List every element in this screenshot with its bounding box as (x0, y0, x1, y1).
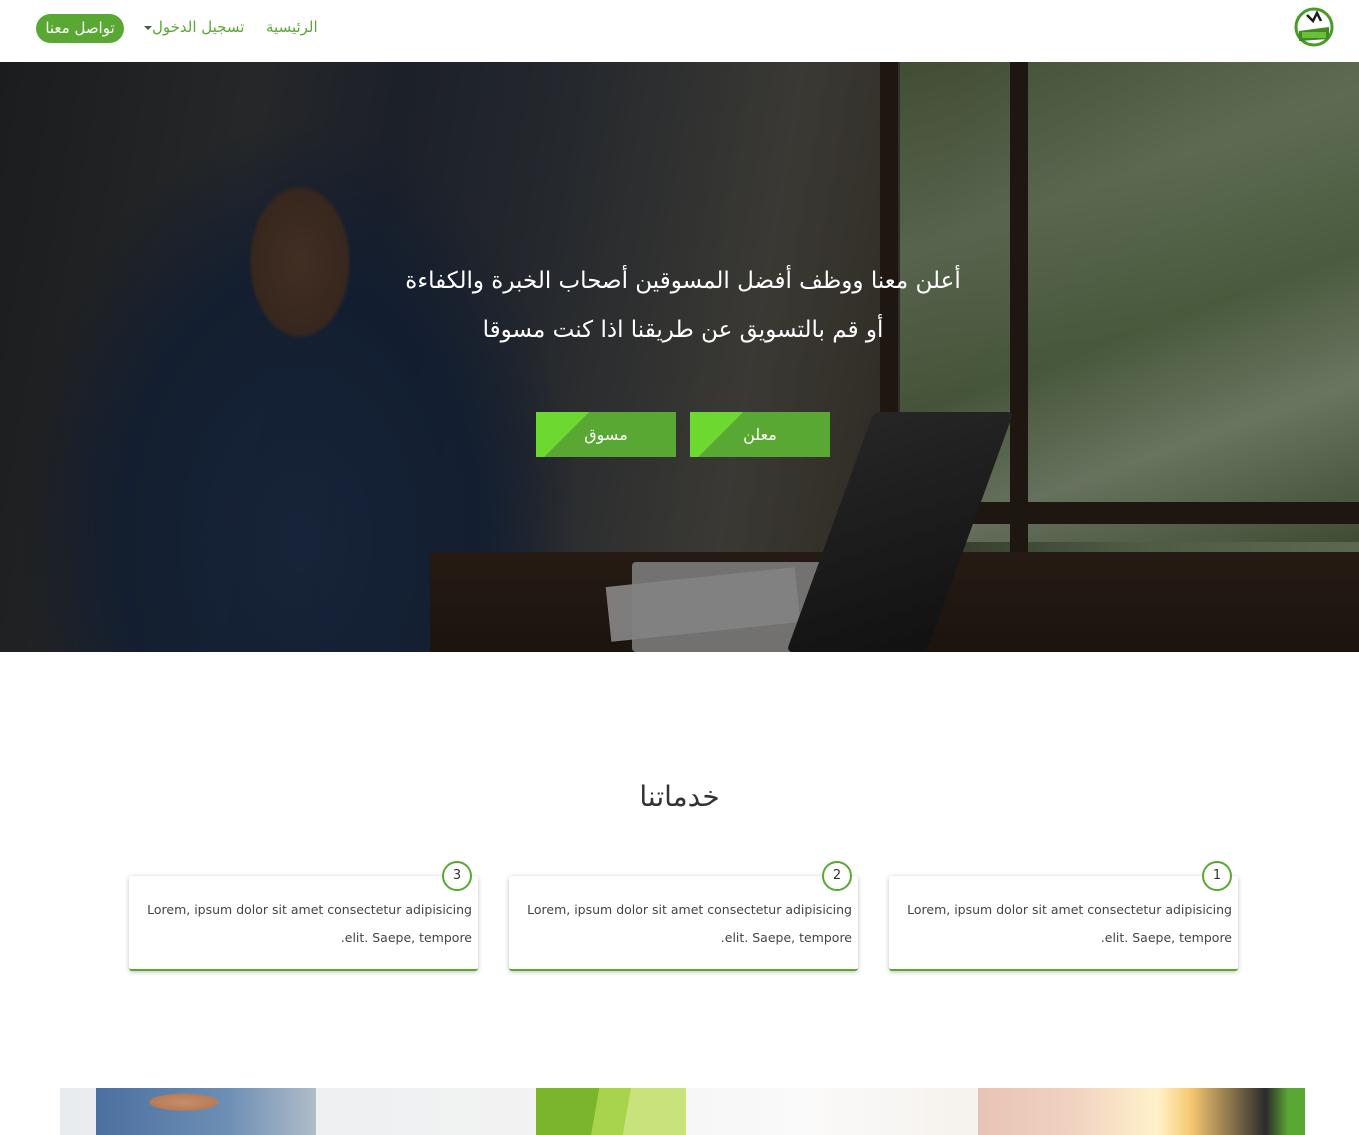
advertiser-button[interactable]: معلن (690, 412, 830, 457)
advertiser-button-label: معلن (743, 425, 777, 444)
hero-subheadline: أو قم بالتسويق عن طريقنا اذا كنت مسوقا (482, 317, 884, 343)
service-card: 1 Lorem, ipsum dolor sit amet consectetu… (889, 861, 1238, 971)
bottom-green-shape (536, 1088, 686, 1135)
services-title: خدماتنا (639, 780, 720, 813)
bottom-hands-image (978, 1088, 1305, 1135)
nav-login-dropdown[interactable]: تسجيل الدخول (140, 18, 244, 36)
marketer-button-label: مسوق (584, 425, 628, 444)
hero-overlay (0, 62, 1359, 652)
marketer-button[interactable]: مسوق (536, 412, 676, 457)
contact-us-button[interactable]: تواصل معنا (36, 14, 124, 43)
nav-home-link[interactable]: الرئيسية (266, 18, 318, 36)
service-number-badge: 3 (442, 861, 472, 891)
nav-login-label: تسجيل الدخول (152, 18, 245, 36)
hero-headline: أعلن معنا ووظف أفضل المسوقين أصحاب الخبر… (405, 268, 961, 294)
bottom-person-image (96, 1088, 316, 1135)
service-description: Lorem, ipsum dolor sit amet consectetur … (907, 902, 1232, 945)
service-description: Lorem, ipsum dolor sit amet consectetur … (527, 902, 852, 945)
profits-logo-icon (1294, 7, 1334, 47)
service-card: 3 Lorem, ipsum dolor sit amet consectetu… (129, 861, 478, 971)
service-description: Lorem, ipsum dolor sit amet consectetur … (147, 902, 472, 945)
profits-logo[interactable] (1293, 7, 1335, 47)
service-card: 2 Lorem, ipsum dolor sit amet consectetu… (509, 861, 858, 971)
caret-down-icon (144, 25, 152, 30)
service-number-badge: 2 (822, 861, 852, 891)
service-number-badge: 1 (1202, 861, 1232, 891)
top-navbar: الرئيسية تسجيل الدخول تواصل معنا (0, 0, 1359, 62)
hero-banner: أعلن معنا ووظف أفضل المسوقين أصحاب الخبر… (0, 62, 1359, 652)
bottom-banner-image (60, 1088, 1305, 1135)
